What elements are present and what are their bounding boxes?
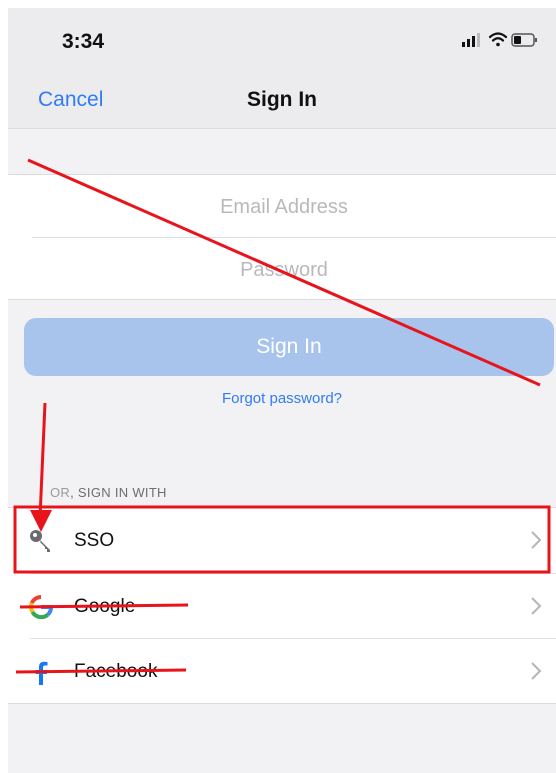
status-icons (462, 32, 537, 47)
facebook-label: Facebook (74, 661, 158, 682)
wifi-icon (488, 32, 508, 47)
facebook-row[interactable]: Facebook (8, 639, 556, 704)
section-header-text: , SIGN IN WITH (70, 485, 167, 500)
facebook-icon (35, 661, 48, 685)
sign-in-button[interactable]: Sign In (24, 318, 554, 376)
chevron-right-icon (531, 597, 542, 615)
chevron-right-icon (531, 531, 542, 549)
section-header-prefix: OR (50, 485, 71, 500)
email-field[interactable] (32, 175, 536, 239)
sign-in-screen: 3:34 Cancel Sign In Email Address Sign I… (8, 8, 556, 773)
signal-icon (462, 33, 480, 47)
credentials-form (8, 174, 556, 302)
password-field[interactable] (32, 238, 536, 302)
google-row[interactable]: Google (8, 574, 556, 639)
battery-icon (511, 33, 537, 47)
sso-row[interactable]: SSO (8, 508, 556, 573)
status-time: 3:34 (62, 30, 105, 53)
google-icon (29, 594, 53, 620)
cancel-button[interactable]: Cancel (38, 88, 103, 112)
provider-list: SSO Google Facebook (8, 507, 556, 704)
section-header: OR, SIGN IN WITH (50, 485, 167, 500)
sso-label: SSO (74, 530, 115, 551)
forgot-password-link[interactable]: Forgot password? (8, 390, 556, 407)
google-label: Google (74, 596, 136, 617)
sign-in-button-label: Sign In (256, 335, 322, 358)
chevron-right-icon (531, 662, 542, 680)
key-icon (30, 530, 50, 552)
header-bar: 3:34 Cancel Sign In (8, 8, 556, 129)
